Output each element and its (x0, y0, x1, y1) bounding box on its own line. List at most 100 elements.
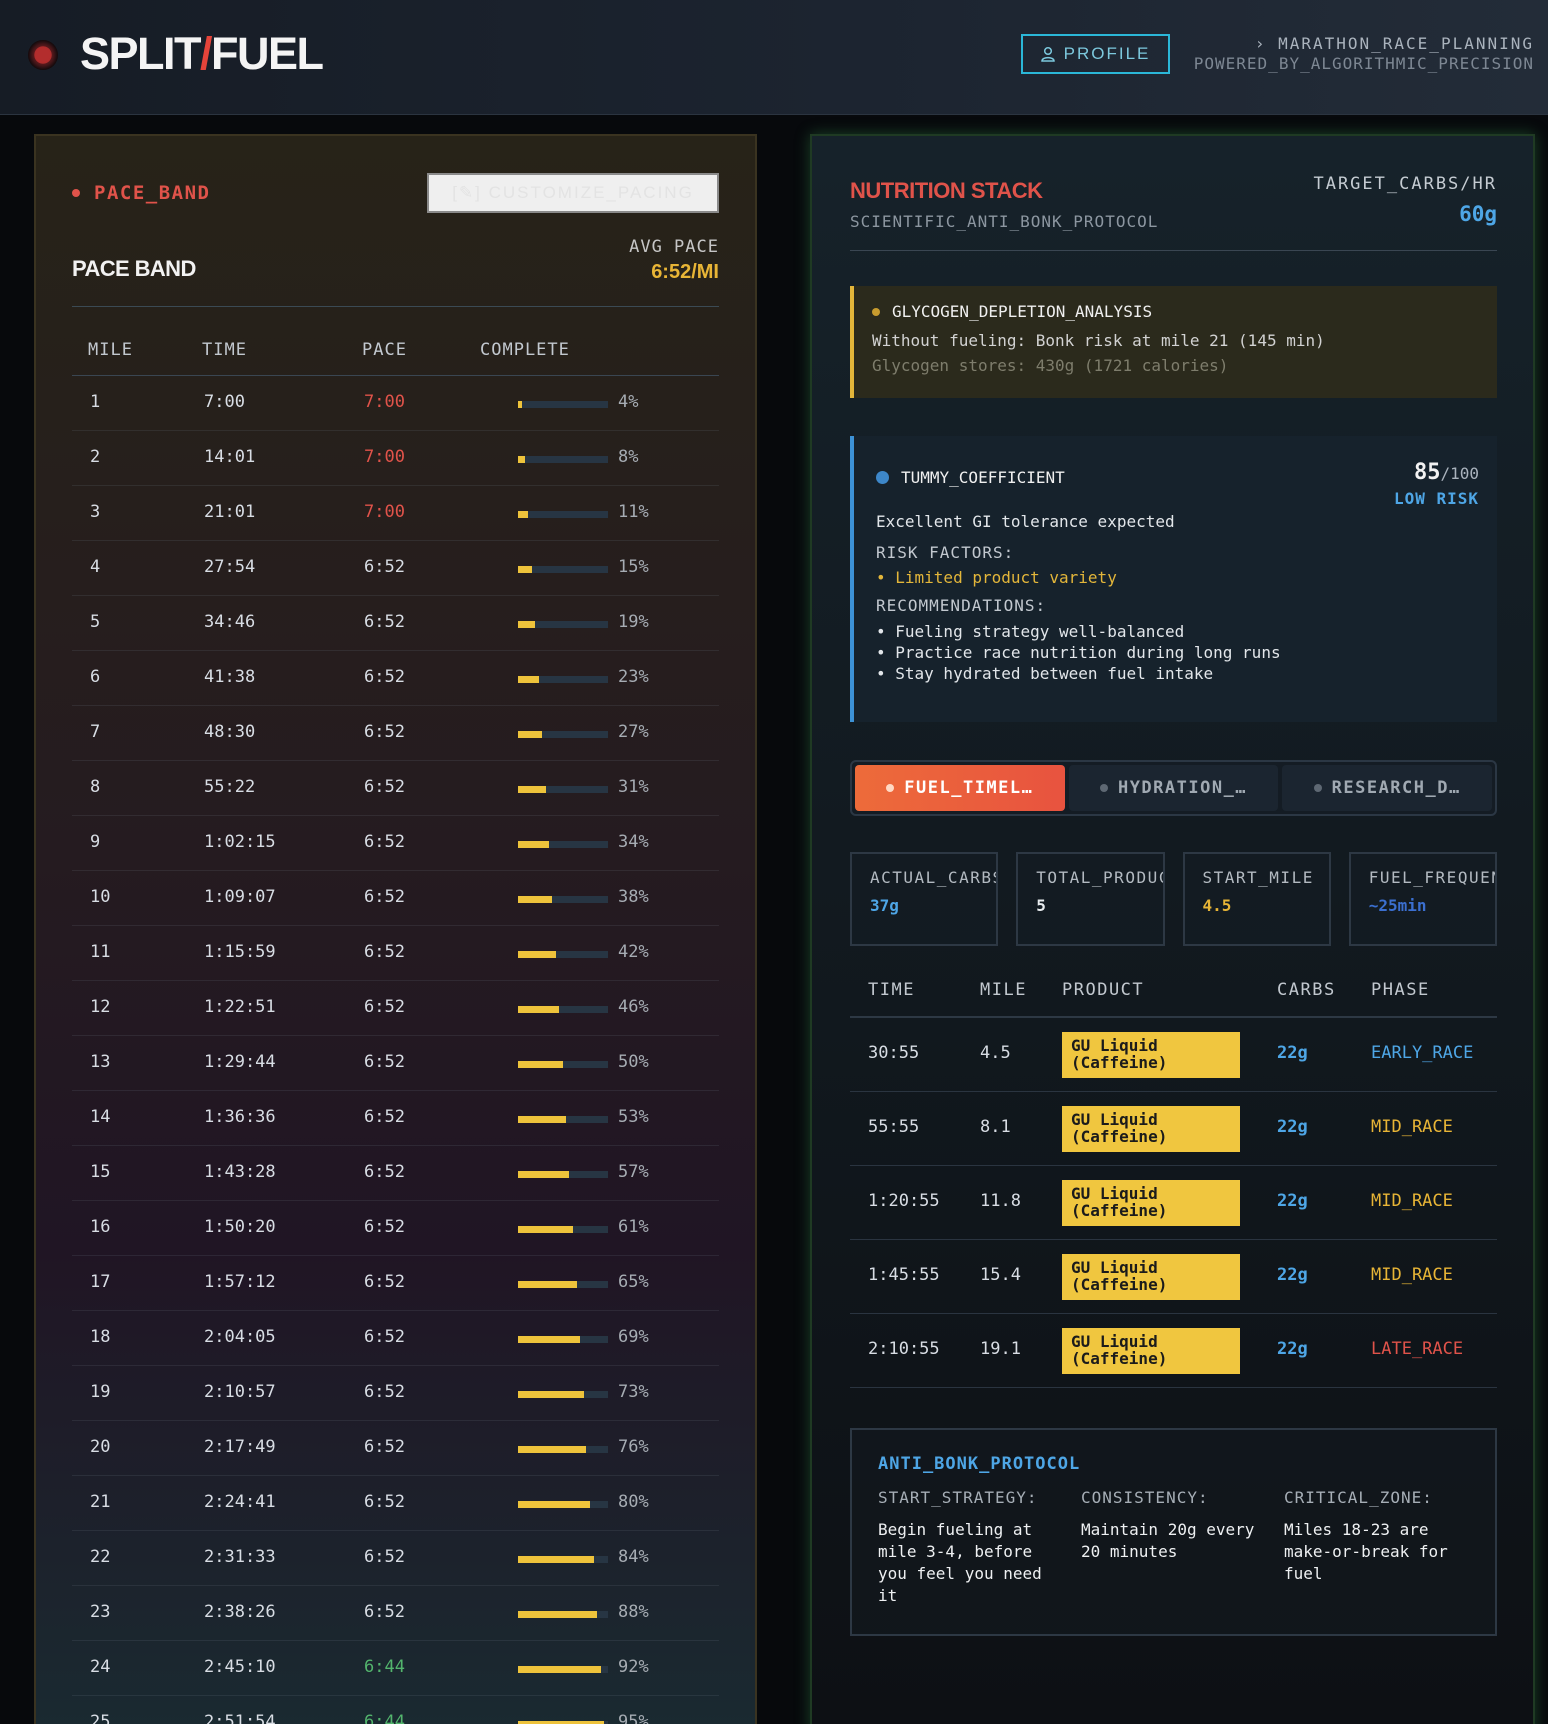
pace-cell: 7:00 (364, 392, 405, 412)
mile-cell: 1 (90, 392, 101, 412)
complete-cell: 84% (618, 1547, 649, 1567)
progress-fill (518, 1611, 598, 1618)
pace-cell: 6:52 (364, 1107, 405, 1127)
progress-bar (518, 786, 608, 793)
mile-cell: 22 (90, 1547, 111, 1567)
app-header: SPLIT/FUEL PROFILE › MARATHON_RACE_PLANN… (0, 0, 1548, 115)
product-badge: GU Liquid (Caffeine) (1062, 1328, 1240, 1374)
fuel-time-cell: 1:45:55 (868, 1265, 940, 1285)
complete-cell: 92% (618, 1657, 649, 1677)
pace-band-panel: PACE_BAND [✎] CUSTOMIZE_PACING PACE BAND… (34, 134, 757, 1724)
pace-cell: 6:52 (364, 942, 405, 962)
col-product: PRODUCT (1062, 980, 1145, 1000)
complete-cell: 76% (618, 1437, 649, 1457)
progress-fill (518, 841, 549, 848)
progress-fill (518, 1281, 577, 1288)
mile-cell: 15 (90, 1162, 111, 1182)
risk-factors-label: RISK FACTORS: (876, 543, 1015, 562)
tummy-card: TUMMY_COEFFICIENT 85/100 LOW RISK Excell… (850, 436, 1497, 722)
stat-start-mile: START_MILE 4.5 (1182, 852, 1331, 946)
progress-fill (518, 1336, 581, 1343)
fuel-mile-cell: 19.1 (980, 1339, 1021, 1359)
nutrition-subtitle: SCIENTIFIC_ANTI_BONK_PROTOCOL (850, 212, 1159, 231)
profile-button[interactable]: PROFILE (1021, 34, 1170, 74)
col-phase: PHASE (1371, 980, 1430, 1000)
progress-bar (518, 1061, 608, 1068)
complete-cell: 27% (618, 722, 649, 742)
time-cell: 2:51:54 (204, 1712, 276, 1724)
complete-cell: 34% (618, 832, 649, 852)
table-row: 11 1:15:59 6:52 42% (72, 926, 719, 981)
recommendation-item: • Practice race nutrition during long ru… (876, 643, 1281, 662)
progress-fill (518, 676, 539, 683)
header-info: › MARATHON_RACE_PLANNING POWERED_BY_ALGO… (1194, 34, 1534, 73)
tab-fuel-timeline[interactable]: FUEL_TIMEL… (855, 765, 1065, 811)
progress-bar (518, 731, 608, 738)
progress-bar (518, 841, 608, 848)
complete-cell: 42% (618, 942, 649, 962)
time-cell: 41:38 (204, 667, 256, 687)
pace-cell: 6:52 (364, 1327, 405, 1347)
table-row: 18 2:04:05 6:52 69% (72, 1311, 719, 1366)
col-complete: COMPLETE (480, 340, 570, 360)
mile-cell: 18 (90, 1327, 111, 1347)
progress-fill (518, 951, 556, 958)
tummy-score: 85/100 LOW RISK (1394, 460, 1479, 508)
tab-hydration[interactable]: HYDRATION_… (1068, 765, 1279, 811)
complete-cell: 38% (618, 887, 649, 907)
tummy-title: TUMMY_COEFFICIENT (901, 468, 1065, 487)
tab-research-data[interactable]: RESEARCH_D… (1282, 765, 1493, 811)
pace-cell: 6:44 (364, 1712, 405, 1724)
progress-bar (518, 676, 608, 683)
complete-cell: 19% (618, 612, 649, 632)
recommendation-item: • Stay hydrated between fuel intake (876, 664, 1214, 683)
time-cell: 1:29:44 (204, 1052, 276, 1072)
mile-cell: 6 (90, 667, 101, 687)
mile-cell: 25 (90, 1712, 111, 1724)
pace-table-header: MILE TIME PACE COMPLETE (72, 328, 719, 376)
nutrition-panel: NUTRITION STACK SCIENTIFIC_ANTI_BONK_PRO… (810, 134, 1535, 1724)
recommendations-label: RECOMMENDATIONS: (876, 596, 1047, 615)
tagline: POWERED_BY_ALGORITHMIC_PRECISION (1193, 54, 1534, 73)
mile-cell: 2 (90, 447, 101, 467)
mile-cell: 4 (90, 557, 101, 577)
brand-logo: SPLIT/FUEL (80, 28, 324, 79)
mile-cell: 8 (90, 777, 101, 797)
complete-cell: 4% (618, 392, 639, 412)
table-row: 8 55:22 6:52 31% (72, 761, 719, 816)
pace-cell: 6:52 (364, 777, 405, 797)
progress-bar (518, 1556, 608, 1563)
table-row: 17 1:57:12 6:52 65% (72, 1256, 719, 1311)
pace-cell: 6:44 (364, 1657, 405, 1677)
fuel-time-cell: 30:55 (868, 1043, 920, 1063)
time-cell: 1:43:28 (204, 1162, 276, 1182)
anti-bonk-start: START_STRATEGY: Begin fueling at mile 3-4… (878, 1488, 1042, 1605)
glycogen-title: GLYCOGEN_DEPLETION_ANALYSIS (892, 302, 1153, 321)
fuel-phase-cell: MID_RACE (1371, 1117, 1453, 1137)
progress-bar (518, 621, 608, 628)
col-mile: MILE (980, 980, 1027, 1000)
table-row: 55:55 8.1 GU Liquid (Caffeine) 22g MID_RACE (850, 1092, 1497, 1166)
target-carbs-label: TARGET_CARBS/HR (1313, 174, 1497, 194)
progress-bar (518, 896, 608, 903)
progress-fill (518, 1446, 587, 1453)
pace-cell: 6:52 (364, 1272, 405, 1292)
time-cell: 2:04:05 (204, 1327, 276, 1347)
col-time: TIME (868, 980, 915, 1000)
mile-cell: 11 (90, 942, 111, 962)
tummy-summary: Excellent GI tolerance expected (876, 512, 1175, 531)
tab-dot-icon (886, 784, 895, 792)
table-row: 13 1:29:44 6:52 50% (72, 1036, 719, 1091)
mile-cell: 5 (90, 612, 101, 632)
table-row: 9 1:02:15 6:52 34% (72, 816, 719, 871)
table-row: 25 2:51:54 6:44 95% (72, 1696, 719, 1724)
progress-fill (518, 896, 553, 903)
fuel-time-cell: 1:20:55 (868, 1191, 940, 1211)
progress-bar (518, 1171, 608, 1178)
pace-cell: 7:00 (364, 502, 405, 522)
avg-pace: AVG PACE 6:52/MI (629, 237, 719, 284)
time-cell: 2:17:49 (204, 1437, 276, 1457)
time-cell: 1:15:59 (204, 942, 276, 962)
customize-pacing-button[interactable]: [✎] CUSTOMIZE_PACING (427, 173, 719, 213)
progress-fill (518, 786, 546, 793)
